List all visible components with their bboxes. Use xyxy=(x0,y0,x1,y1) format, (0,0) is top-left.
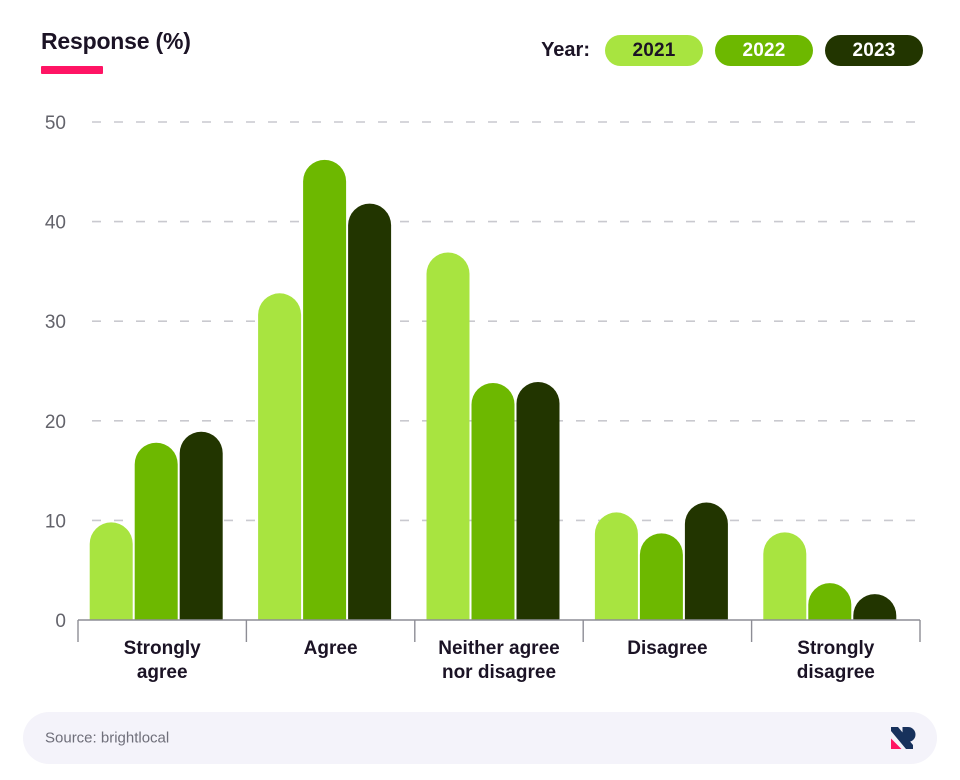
chart-plot-area: 0 10 20 30 40 50 Strongly agree Agree Neither ag… xyxy=(0,0,960,700)
bar-2022-5[interactable] xyxy=(808,583,852,620)
bars xyxy=(89,159,897,620)
bar-2021-4[interactable] xyxy=(594,512,638,620)
x-axis-category-label: Disagree xyxy=(627,638,707,659)
y-axis-tick-label: 30 xyxy=(45,312,66,333)
bar-2021-1[interactable] xyxy=(89,522,133,620)
bar-2023-2[interactable] xyxy=(348,203,392,620)
x-axis-labels: Strongly agree Agree Neither agree nor disag… xyxy=(124,638,875,683)
y-axis-tick-label: 20 xyxy=(45,412,66,433)
bar-2022-1[interactable] xyxy=(134,442,178,620)
bar-2022-4[interactable] xyxy=(639,533,683,620)
y-axis-tick-label: 10 xyxy=(45,511,66,532)
logo-bowl-shape xyxy=(902,727,916,742)
source-text: Source: brightlocal xyxy=(45,729,170,747)
x-axis-category-label: Strongly xyxy=(797,638,874,659)
bar-2023-5[interactable] xyxy=(853,594,897,620)
y-axis-tick-label: 0 xyxy=(55,611,66,632)
bar-chart-svg: 0 10 20 30 40 50 Strongly agree Agree Neither ag… xyxy=(45,113,921,683)
x-axis-category-label: nor disagree xyxy=(442,662,556,683)
y-axis-tick-label: 40 xyxy=(45,213,66,234)
bar-2021-3[interactable] xyxy=(426,252,470,620)
x-axis-category-label: Strongly xyxy=(124,638,201,659)
bar-2022-2[interactable] xyxy=(303,159,347,620)
brightlocal-logo-icon xyxy=(887,723,917,753)
x-axis-category-label: Agree xyxy=(304,638,358,659)
bar-2023-1[interactable] xyxy=(179,431,223,620)
x-axis-category-label: agree xyxy=(137,662,188,683)
x-axis-category-label: disagree xyxy=(797,662,875,683)
bar-2023-3[interactable] xyxy=(516,381,560,620)
bar-2023-4[interactable] xyxy=(684,502,728,620)
footer-bar: Source: brightlocal xyxy=(23,712,937,764)
bar-2021-5[interactable] xyxy=(763,532,807,620)
bar-2021-2[interactable] xyxy=(258,293,302,620)
y-axis-tick-label: 50 xyxy=(45,113,66,134)
bar-2022-3[interactable] xyxy=(471,382,515,620)
y-axis-ticks: 0 10 20 30 40 50 xyxy=(45,113,66,632)
x-axis-category-label: Neither agree xyxy=(438,638,559,659)
chart-page: Response (%) Year: 2021 2022 2023 0 10 20 3… xyxy=(0,0,960,780)
